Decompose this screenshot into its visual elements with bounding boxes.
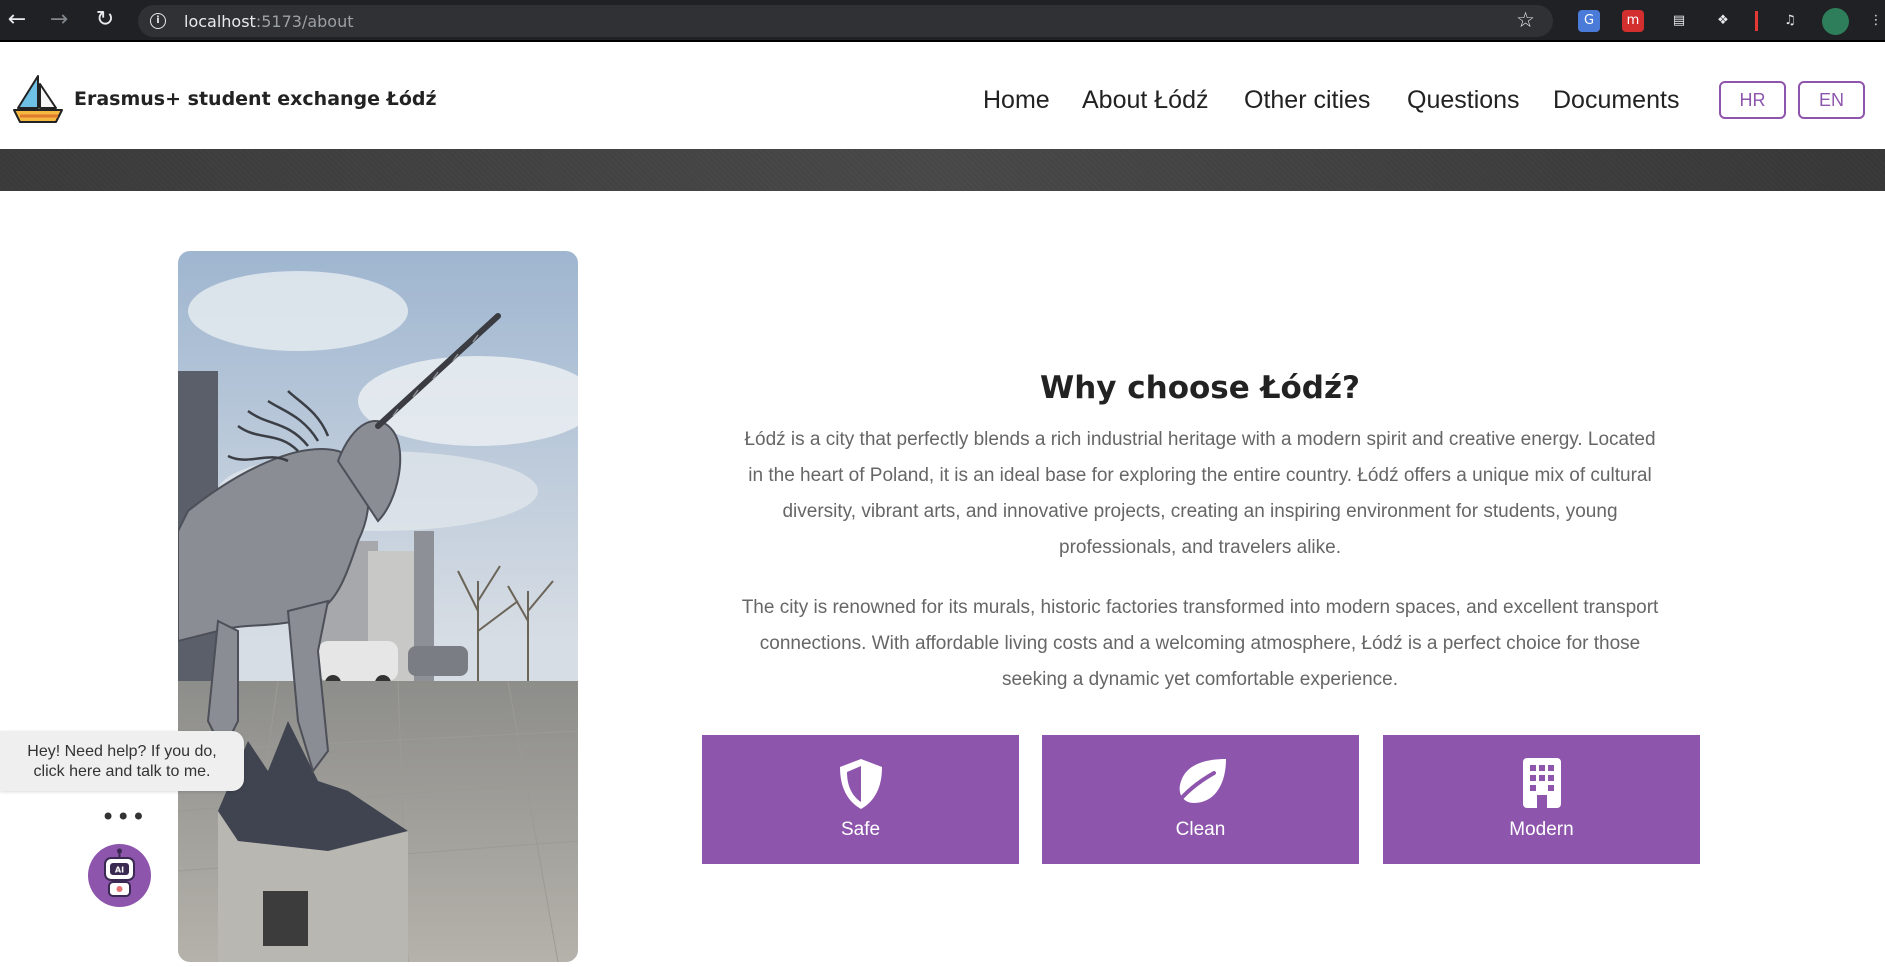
nav-other-cities[interactable]: Other cities xyxy=(1244,86,1370,115)
leaf-icon xyxy=(1173,759,1226,807)
feature-label-modern: Modern xyxy=(1509,819,1574,840)
site-header: Erasmus+ student exchange Łódź Home Abou… xyxy=(0,44,1885,149)
intro-paragraph: Łódź is a city that perfectly blends a r… xyxy=(700,422,1700,566)
language-hr-button[interactable]: HR xyxy=(1719,81,1786,119)
hero-banner-strip xyxy=(0,149,1885,191)
translate-extension-icon[interactable]: G xyxy=(1578,10,1600,32)
site-info-icon[interactable]: i xyxy=(150,13,166,29)
details-line-2: connections. With affordable living cost… xyxy=(759,633,1641,654)
unicorn-sculpture-photo xyxy=(178,251,578,962)
nav-home[interactable]: Home xyxy=(983,86,1050,115)
profile-avatar[interactable] xyxy=(1822,8,1849,35)
svg-text:AI: AI xyxy=(115,866,124,875)
nav-documents[interactable]: Documents xyxy=(1553,86,1679,115)
url-path: :5173/about xyxy=(255,12,354,31)
url-text[interactable]: localhost:5173/about xyxy=(184,12,354,31)
star-icon[interactable]: ☆ xyxy=(1516,8,1535,32)
brand-title[interactable]: Erasmus+ student exchange Łódź xyxy=(74,88,437,110)
feature-card-modern: Modern xyxy=(1383,735,1700,864)
back-icon[interactable]: ← xyxy=(4,7,30,33)
chat-bubble-line-2: click here and talk to me. xyxy=(33,763,211,780)
details-line-3: seeking a dynamic yet comfortable experi… xyxy=(1001,669,1399,690)
details-paragraph: The city is renowned for its murals, his… xyxy=(700,590,1700,698)
intro-line-1: Łódź is a city that perfectly blends a r… xyxy=(744,429,1656,450)
building-icon xyxy=(1522,758,1561,808)
puzzle-extension-icon[interactable]: ❖ xyxy=(1712,10,1734,32)
intro-line-3: diversity, vibrant arts, and innovative … xyxy=(782,501,1618,522)
chatbot-button[interactable]: AI xyxy=(88,844,151,907)
shield-icon xyxy=(839,759,882,809)
nav-about[interactable]: About Łódź xyxy=(1082,86,1209,115)
feature-card-safe: Safe xyxy=(702,735,1019,864)
chat-help-bubble[interactable]: Hey! Need help? If you do, click here an… xyxy=(0,731,244,791)
feature-label-safe: Safe xyxy=(840,819,881,840)
feature-label-clean: Clean xyxy=(1175,819,1226,840)
intro-line-2: in the heart of Poland, it is an ideal b… xyxy=(748,465,1652,486)
red-extension-icon[interactable]: m xyxy=(1622,10,1644,32)
separator-divider xyxy=(1755,11,1758,31)
reload-icon[interactable]: ↻ xyxy=(92,7,118,33)
nav-questions[interactable]: Questions xyxy=(1407,86,1520,115)
chat-bubble-line-1: Hey! Need help? If you do, xyxy=(27,743,217,760)
address-bar[interactable]: i localhost:5173/about ☆ xyxy=(138,5,1553,37)
feature-card-clean: Clean xyxy=(1042,735,1359,864)
document-extension-icon[interactable]: ▤ xyxy=(1668,10,1690,32)
section-heading: Why choose Łódź? xyxy=(1040,370,1360,406)
media-control-icon[interactable]: ♫ xyxy=(1779,10,1801,32)
sailboat-logo-icon[interactable] xyxy=(12,74,64,126)
robot-icon: AI xyxy=(104,848,135,897)
details-line-1: The city is renowned for its murals, his… xyxy=(741,597,1659,618)
language-en-button[interactable]: EN xyxy=(1798,81,1865,119)
menu-kebab-icon[interactable]: ⋮ xyxy=(1865,10,1885,32)
url-host: localhost xyxy=(184,12,256,31)
browser-toolbar: ← → ↻ i localhost:5173/about ☆ G m ▤ ❖ ♫… xyxy=(0,0,1885,42)
intro-line-4: professionals, and travelers alike. xyxy=(1059,537,1341,558)
forward-icon[interactable]: → xyxy=(46,7,72,33)
typing-indicator: ••• xyxy=(101,803,147,831)
